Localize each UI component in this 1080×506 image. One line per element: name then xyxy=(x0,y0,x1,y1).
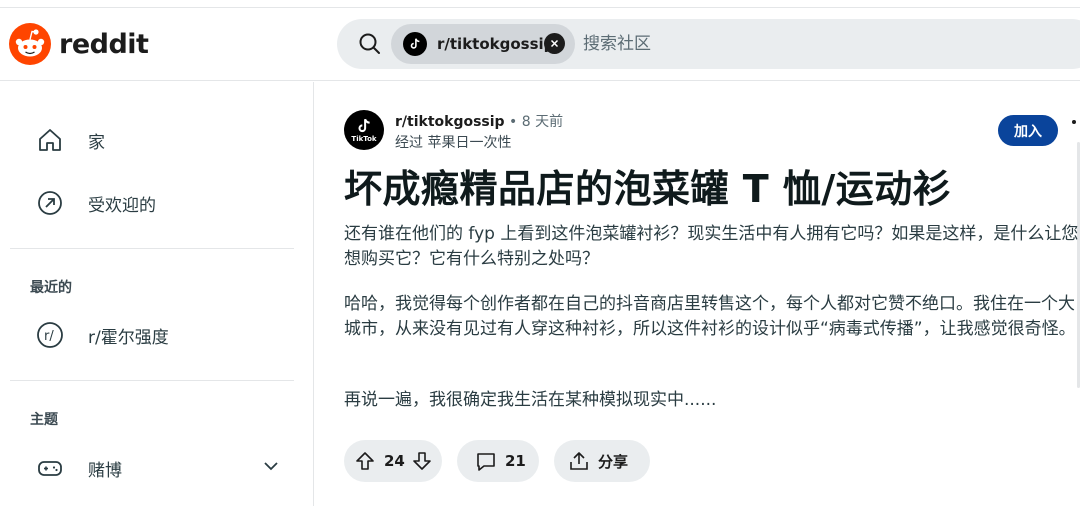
sidebar-item-topic-gambling[interactable]: 赌博 xyxy=(36,454,122,482)
browser-top-edge xyxy=(0,0,1080,8)
tiktok-icon xyxy=(358,118,370,133)
more-options-icon[interactable] xyxy=(1072,120,1076,124)
comments-button[interactable]: 21 xyxy=(457,440,539,482)
post-body-paragraph: 再说一遍，我很确定我生活在某种模拟现实中...... xyxy=(344,390,717,410)
sidebar-item-label: 受欢迎的 xyxy=(88,195,156,216)
close-icon[interactable] xyxy=(544,33,565,54)
join-button[interactable]: 加入 xyxy=(998,115,1058,146)
sidebar-divider xyxy=(10,380,294,381)
subreddit-icon: r/ xyxy=(36,321,64,349)
search-community-chip[interactable]: r/tiktokgossip xyxy=(391,24,575,64)
topics-section-title[interactable]: 主题 xyxy=(30,409,58,429)
comment-count: 21 xyxy=(505,452,526,470)
reddit-logo[interactable]: reddit xyxy=(9,23,149,65)
chip-label: r/tiktokgossip xyxy=(437,35,555,53)
post-title: 坏成瘾精品店的泡菜罐 T 恤/运动衫 xyxy=(344,167,952,211)
post-body-paragraph: 哈哈，我觉得每个创作者都在自己的抖音商店里转售这个，每个人都对它赞不绝口。我住在… xyxy=(344,294,1076,339)
upvote-icon[interactable] xyxy=(354,450,376,472)
sidebar-item-home[interactable]: 家 xyxy=(36,126,105,154)
search-bar[interactable]: r/tiktokgossip xyxy=(337,19,1080,69)
top-header: reddit r/tiktokgossip xyxy=(0,9,1080,81)
home-icon xyxy=(36,126,64,154)
post-body-paragraph: 还有谁在他们的 fyp 上看到这件泡菜罐衬衫？现实生活中有人拥有它吗？如果是这样… xyxy=(344,224,1079,269)
sidebar-item-label: 赌博 xyxy=(88,460,122,481)
post-actions: 24 21 分享 xyxy=(344,440,665,482)
subreddit-link[interactable]: r/tiktokgossip xyxy=(395,114,505,130)
gamepad-icon xyxy=(36,454,64,482)
popular-icon xyxy=(36,189,64,217)
vote-control: 24 xyxy=(344,440,442,482)
sidebar-item-recent-subreddit[interactable]: r/ r/霍尔强度 xyxy=(36,321,169,349)
sidebar-item-label: r/霍尔强度 xyxy=(88,327,169,348)
subreddit-avatar[interactable]: TikTok xyxy=(344,110,384,150)
svg-text:r/: r/ xyxy=(44,329,54,344)
comment-icon xyxy=(477,453,495,471)
tiktok-icon xyxy=(403,32,427,56)
sidebar-item-popular[interactable]: 受欢迎的 xyxy=(36,189,156,217)
downvote-icon[interactable] xyxy=(411,450,433,472)
share-icon xyxy=(570,452,588,470)
search-input[interactable] xyxy=(583,19,983,69)
left-sidebar: 家 受欢迎的 最近的 r/ r/霍尔强度 主题 赌博 xyxy=(0,82,314,506)
logo-wordmark: reddit xyxy=(59,28,149,60)
chevron-down-icon[interactable] xyxy=(262,457,280,475)
share-button[interactable]: 分享 xyxy=(554,440,650,482)
recent-section-title[interactable]: 最近的 xyxy=(30,277,72,297)
vote-count: 24 xyxy=(384,452,405,470)
post-meta: r/tiktokgossip • 8 天前 xyxy=(395,111,563,131)
post-time: • 8 天前 xyxy=(509,114,564,130)
sidebar-item-label: 家 xyxy=(88,132,105,153)
post-author-line[interactable]: 经过 苹果日一次性 xyxy=(395,132,511,152)
search-icon xyxy=(359,33,380,54)
sidebar-divider xyxy=(10,248,294,249)
avatar-text: TikTok xyxy=(351,135,377,143)
share-label: 分享 xyxy=(598,452,629,471)
reddit-snoo-icon xyxy=(9,23,51,65)
